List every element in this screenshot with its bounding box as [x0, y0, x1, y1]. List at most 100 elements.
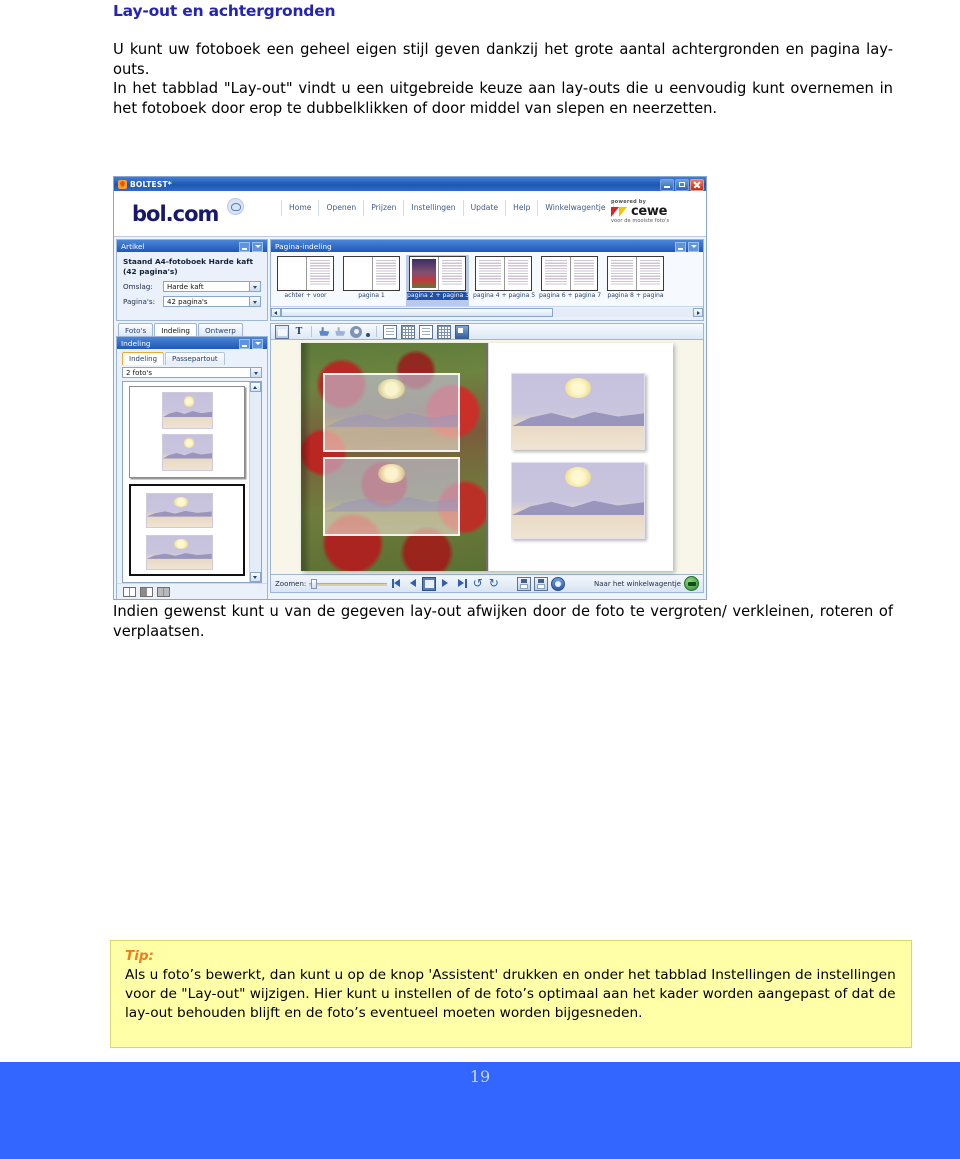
- add-page-icon[interactable]: [383, 324, 397, 339]
- nav-item-instellingen[interactable]: Instellingen: [404, 200, 464, 216]
- tab-ontwerp[interactable]: Ontwerp: [198, 323, 243, 336]
- paginas-select[interactable]: 42 pagina's: [163, 296, 261, 307]
- photo-frame[interactable]: [323, 372, 460, 452]
- page-strip-scrollbar[interactable]: [271, 306, 703, 317]
- zoom-slider-handle[interactable]: [311, 579, 318, 589]
- scroll-track[interactable]: [250, 392, 261, 572]
- save-as-icon[interactable]: [534, 576, 549, 591]
- magnify-icon[interactable]: [455, 324, 469, 339]
- artikel-panel-minimize-icon[interactable]: [239, 241, 250, 252]
- rotate-right-icon[interactable]: ↻: [487, 577, 500, 590]
- pagina-panel-chevron-down-icon[interactable]: [688, 241, 699, 252]
- nav-item-prijzen[interactable]: Prijzen: [364, 200, 405, 216]
- editor-toolbar: T: [270, 323, 704, 339]
- effects-icon[interactable]: [350, 325, 362, 338]
- text-icon[interactable]: T: [293, 326, 305, 338]
- page-thumbnail[interactable]: pagina 4 + pagina 5: [472, 255, 535, 306]
- indeling-panel-titlebar: Indeling: [117, 337, 267, 349]
- tab-fotos[interactable]: Foto's: [118, 323, 154, 336]
- shopping-cart-icon[interactable]: [684, 576, 699, 591]
- book-view-icon[interactable]: [422, 576, 437, 591]
- next-page-icon[interactable]: [439, 577, 452, 590]
- chevron-down-icon[interactable]: [250, 368, 261, 377]
- save-icon[interactable]: [517, 576, 532, 591]
- layout-list[interactable]: [122, 381, 262, 583]
- photo-frame[interactable]: [510, 461, 646, 539]
- page-thumbnail[interactable]: pagina 1: [340, 255, 403, 306]
- cart-label[interactable]: Naar het winkelwagentje: [594, 580, 681, 588]
- product-name: Staand A4-fotoboek Harde kaft (42 pagina…: [123, 257, 261, 276]
- chevron-down-icon[interactable]: [249, 282, 260, 291]
- layout-list-scrollbar[interactable]: [249, 382, 261, 582]
- nav-item-winkelwagentje[interactable]: Winkelwagentje: [538, 200, 614, 216]
- layout-icon[interactable]: [401, 324, 415, 339]
- application-screenshot: BOLTEST* bol.com Home Openen Prijzen Ins…: [113, 176, 707, 600]
- nav-item-openen[interactable]: Openen: [319, 200, 365, 216]
- page-thumbnail-selected[interactable]: pagina 2 + pagina 3: [406, 255, 469, 306]
- app-titlebar: BOLTEST*: [114, 177, 706, 191]
- chevron-down-icon[interactable]: [249, 297, 260, 306]
- scroll-thumb[interactable]: [281, 307, 553, 317]
- indeling-panel-chevron-down-icon[interactable]: [252, 338, 263, 349]
- top-panels-row: Artikel Staand A4-fotoboek Harde kaft (4…: [114, 237, 706, 323]
- indeling-panel-minimize-icon[interactable]: [239, 338, 250, 349]
- right-page[interactable]: [487, 343, 673, 571]
- omslag-select[interactable]: Harde kaft: [163, 281, 261, 292]
- hand-icon[interactable]: [319, 327, 330, 336]
- page-view-single-button[interactable]: [123, 587, 136, 597]
- previous-page-icon[interactable]: [406, 577, 419, 590]
- layout-filter-select[interactable]: 2 foto's: [122, 367, 262, 378]
- scroll-down-icon[interactable]: [250, 572, 261, 582]
- layout-option[interactable]: [129, 386, 245, 478]
- artikel-panel-chevron-down-icon[interactable]: [252, 241, 263, 252]
- copy-page-icon[interactable]: [419, 324, 433, 339]
- page-thumbnail-label: pagina 1: [358, 292, 385, 299]
- order-status-icon[interactable]: [551, 576, 566, 591]
- nav-item-update[interactable]: Update: [464, 200, 507, 216]
- toolbar-divider: [311, 326, 312, 337]
- page-thumbnail[interactable]: pagina 6 + pagina 7: [538, 255, 601, 306]
- subtab-passepartout[interactable]: Passepartout: [165, 352, 225, 365]
- sidebar-tabs: Foto's Indeling Ontwerp: [116, 323, 268, 336]
- layout-filter-row: 2 foto's: [117, 365, 267, 378]
- pagina-panel-minimize-icon[interactable]: [675, 241, 686, 252]
- nav-item-home[interactable]: Home: [281, 200, 320, 216]
- page-thumbnail[interactable]: achter + voor: [274, 255, 337, 306]
- scroll-right-icon[interactable]: [693, 307, 703, 317]
- first-page-icon[interactable]: [390, 577, 403, 590]
- scroll-track[interactable]: [281, 307, 693, 317]
- grid-icon[interactable]: [437, 324, 451, 339]
- scroll-left-icon[interactable]: [271, 307, 281, 317]
- indeling-panel-title: Indeling: [121, 339, 151, 348]
- page-view-toggles: [117, 583, 267, 599]
- subtab-indeling[interactable]: Indeling: [122, 352, 165, 365]
- photo-frame[interactable]: [510, 372, 646, 450]
- window-controls: [660, 179, 704, 191]
- layout-option-selected[interactable]: [129, 484, 245, 576]
- nav-item-help[interactable]: Help: [506, 200, 539, 216]
- arrow-icon[interactable]: [335, 327, 346, 336]
- page-thumbnail[interactable]: pagina 8 + pagina: [604, 255, 667, 306]
- scroll-up-icon[interactable]: [250, 382, 261, 392]
- page-spread: [301, 343, 673, 571]
- dropdown-arrow-icon[interactable]: [366, 333, 370, 337]
- close-icon[interactable]: [690, 179, 704, 191]
- tab-indeling[interactable]: Indeling: [154, 323, 197, 336]
- left-page[interactable]: [301, 343, 488, 571]
- zoom-slider[interactable]: [309, 579, 388, 589]
- editor-column: T Zoomen: ↺ ↻ Naar het winkelwagentje: [270, 323, 704, 593]
- page-view-double-button[interactable]: [157, 587, 170, 597]
- page-canvas[interactable]: [270, 339, 704, 575]
- page-thumbnail-label: achter + voor: [284, 292, 327, 299]
- frame-icon[interactable]: [275, 324, 289, 339]
- page-view-spread-button[interactable]: [140, 587, 153, 597]
- last-page-icon[interactable]: [455, 577, 468, 590]
- rotate-left-icon[interactable]: ↺: [471, 577, 484, 590]
- minimize-icon[interactable]: [660, 179, 674, 191]
- page-thumbnail-label: pagina 6 + pagina 7: [539, 292, 602, 299]
- paginas-value: 42 pagina's: [167, 297, 208, 306]
- photo-frame[interactable]: [323, 457, 460, 537]
- maximize-icon[interactable]: [675, 179, 689, 191]
- omslag-label: Omslag:: [123, 282, 153, 291]
- cewe-tagline: voor de mooiste foto's: [611, 218, 670, 224]
